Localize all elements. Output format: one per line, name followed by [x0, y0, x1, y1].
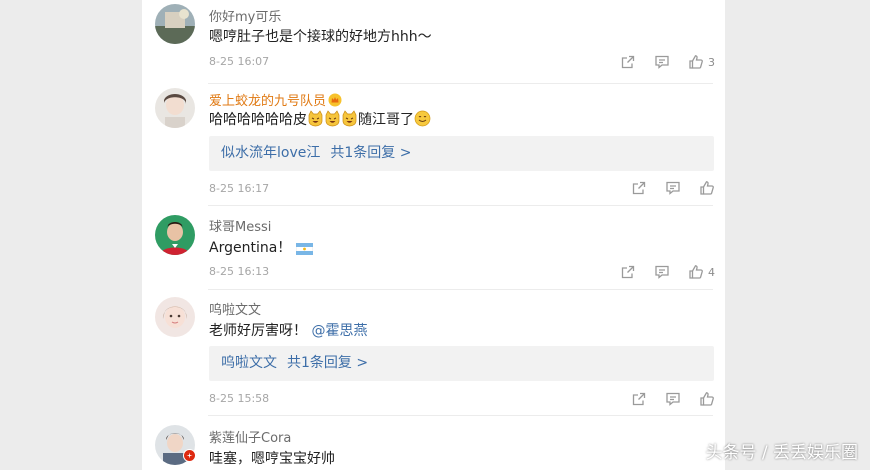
comment-icon[interactable] — [654, 264, 670, 280]
username[interactable]: 球哥Messi — [209, 216, 271, 235]
watermark: 头条号 / 丢丢娱乐圈 — [705, 443, 858, 463]
comment-actions — [631, 391, 715, 407]
reply-count: 共1条回复 > — [330, 145, 412, 161]
laughing-cat-emoji — [307, 110, 324, 131]
username[interactable]: 你好my可乐 — [209, 6, 281, 25]
comment-actions: 4 — [620, 264, 715, 280]
reply-user: 似水流年love江 — [221, 145, 321, 161]
avatar[interactable] — [155, 425, 196, 466]
comment-text-part: 老师好厉害呀！ — [209, 323, 307, 339]
share-icon[interactable] — [631, 391, 647, 407]
comment-item: 呜啦文文 老师好厉害呀！ @霍思燕 呜啦文文 共1条回复 > 8-25 15:58 — [142, 290, 725, 416]
comment-icon[interactable] — [654, 54, 670, 70]
avatar[interactable] — [155, 297, 195, 337]
comment-text-part: 哈哈哈哈哈哈皮 — [209, 112, 307, 128]
like-button[interactable] — [699, 180, 715, 196]
mention-link[interactable]: @霍思燕 — [311, 323, 367, 339]
thumb-up-icon — [699, 180, 715, 196]
comment-actions: 3 — [620, 54, 715, 70]
like-button[interactable]: 3 — [688, 54, 715, 70]
comment-text-part: Argentina！ — [209, 240, 292, 256]
comment-list: 你好my可乐 嗯哼肚子也是个接球的好地方hhh～ 8-25 16:07 3 爱上… — [142, 0, 725, 470]
comment-icon[interactable] — [665, 180, 681, 196]
comment-item: 球哥Messi Argentina！ 8-25 16:13 4 — [142, 206, 725, 290]
like-count: 4 — [708, 265, 715, 279]
comment-text-part: 随江哥了 — [358, 112, 414, 128]
timestamp: 8-25 16:17 — [209, 182, 270, 195]
comment-item: 紫莲仙子Cora 哇塞，嗯哼宝宝好帅 — [142, 416, 725, 470]
comment-item: 你好my可乐 嗯哼肚子也是个接球的好地方hhh～ 8-25 16:07 3 — [142, 0, 725, 84]
avatar[interactable] — [155, 4, 195, 44]
laughing-cat-emoji — [341, 110, 358, 131]
reply-preview[interactable]: 呜啦文文 共1条回复 > — [209, 346, 714, 381]
reply-user: 呜啦文文 — [221, 355, 277, 371]
reply-preview[interactable]: 似水流年love江 共1条回复 > — [209, 136, 714, 171]
comment-text: Argentina！ — [209, 237, 313, 259]
flag-hongkong-icon — [183, 447, 196, 466]
like-button[interactable] — [699, 391, 715, 407]
like-count: 3 — [708, 55, 715, 69]
thumb-up-icon — [699, 391, 715, 407]
avatar[interactable] — [155, 215, 195, 255]
username-text: 爱上蛟龙的九号队员 — [209, 94, 327, 109]
username[interactable]: 紫莲仙子Cora — [209, 427, 291, 446]
username[interactable]: 呜啦文文 — [209, 299, 261, 318]
flag-argentina-icon — [295, 242, 313, 259]
share-icon[interactable] — [620, 264, 636, 280]
comment-item: 爱上蛟龙的九号队员 哈哈哈哈哈哈皮 随江哥了 似水流年love江 共1条回复 > 8… — [142, 84, 725, 206]
comment-text: 嗯哼肚子也是个接球的好地方hhh～ — [209, 29, 432, 45]
reply-count: 共1条回复 > — [287, 355, 369, 371]
comment-icon[interactable] — [665, 391, 681, 407]
timestamp: 8-25 16:07 — [209, 55, 270, 68]
username[interactable]: 爱上蛟龙的九号队员 — [209, 90, 342, 111]
comment-text: 哇塞，嗯哼宝宝好帅 — [209, 451, 335, 467]
timestamp: 8-25 16:13 — [209, 265, 270, 278]
smile-emoji — [414, 110, 431, 131]
thumb-up-icon — [688, 264, 704, 280]
share-icon[interactable] — [620, 54, 636, 70]
laughing-cat-emoji — [324, 110, 341, 131]
comment-actions — [631, 180, 715, 196]
comment-text: 哈哈哈哈哈哈皮 随江哥了 — [209, 109, 431, 131]
thumb-up-icon — [688, 54, 704, 70]
share-icon[interactable] — [631, 180, 647, 196]
right-margin — [725, 0, 870, 470]
comment-text: 老师好厉害呀！ @霍思燕 — [209, 320, 367, 340]
avatar[interactable] — [155, 88, 195, 128]
left-margin — [0, 0, 142, 470]
like-button[interactable]: 4 — [688, 264, 715, 280]
timestamp: 8-25 15:58 — [209, 392, 270, 405]
